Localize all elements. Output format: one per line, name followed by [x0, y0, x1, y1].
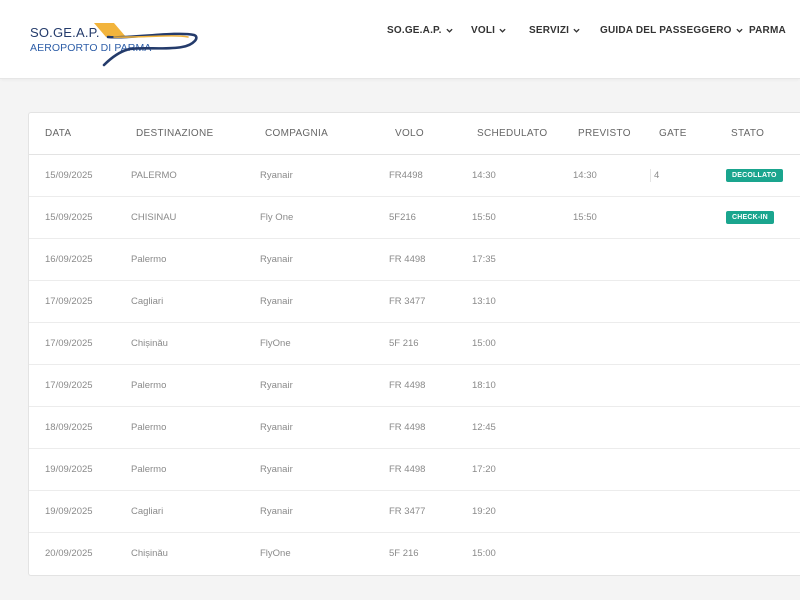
nav-voli-label: VOLI — [471, 25, 496, 36]
cell-data: 15/09/2025 — [45, 212, 93, 223]
cell-destinazione: Cagliari — [131, 506, 164, 517]
table-row[interactable]: 15/09/2025 PALERMO Ryanair FR4498 14:30 … — [29, 155, 800, 197]
cell-schedulato: 17:20 — [472, 464, 496, 475]
cell-data: 17/09/2025 — [45, 296, 93, 307]
column-header-gate: GATE — [659, 128, 687, 139]
cell-destinazione: PALERMO — [131, 170, 177, 181]
cell-destinazione: Chișinău — [131, 338, 168, 349]
cell-compagnia: FlyOne — [260, 338, 291, 349]
cell-compagnia: Ryanair — [260, 170, 293, 181]
cell-schedulato: 13:10 — [472, 296, 496, 307]
column-header-volo: VOLO — [395, 128, 424, 139]
cell-destinazione: Palermo — [131, 254, 167, 265]
nav-sogeap[interactable]: SO.GE.A.P. — [387, 25, 453, 36]
column-header-schedulato: SCHEDULATO — [477, 128, 548, 139]
cell-volo: FR 4498 — [389, 380, 426, 391]
cell-compagnia: Ryanair — [260, 296, 293, 307]
flights-table: DATA DESTINAZIONE COMPAGNIA VOLO SCHEDUL… — [28, 112, 800, 576]
cell-volo: 5F 216 — [389, 548, 419, 559]
nav-guida-del-passeggero[interactable]: GUIDA DEL PASSEGGERO — [600, 25, 743, 36]
cell-schedulato: 15:50 — [472, 212, 496, 223]
cell-destinazione: Chișinău — [131, 548, 168, 559]
cell-volo: FR 4498 — [389, 254, 426, 265]
column-header-compagnia: COMPAGNIA — [265, 128, 329, 139]
cell-schedulato: 19:20 — [472, 506, 496, 517]
column-header-destinazione: DESTINAZIONE — [136, 128, 214, 139]
chevron-down-icon — [736, 28, 743, 33]
cell-compagnia: Ryanair — [260, 506, 293, 517]
airplane-swoosh-icon — [94, 23, 198, 67]
cell-volo: FR 3477 — [389, 506, 426, 517]
table-row[interactable]: 19/09/2025 Cagliari Ryanair FR 3477 19:2… — [29, 491, 800, 533]
cell-previsto: 15:50 — [573, 212, 597, 223]
nav-voli[interactable]: VOLI — [471, 25, 506, 36]
nav-sogeap-label: SO.GE.A.P. — [387, 25, 442, 36]
chevron-down-icon — [573, 28, 580, 33]
table-row[interactable]: 18/09/2025 Palermo Ryanair FR 4498 12:45 — [29, 407, 800, 449]
table-row[interactable]: 17/09/2025 Chișinău FlyOne 5F 216 15:00 — [29, 323, 800, 365]
cell-destinazione: CHISINAU — [131, 212, 177, 223]
cell-schedulato: 18:10 — [472, 380, 496, 391]
cell-compagnia: Ryanair — [260, 254, 293, 265]
nav-servizi-label: SERVIZI — [529, 25, 570, 36]
cell-compagnia: Fly One — [260, 212, 294, 223]
table-header: DATA DESTINAZIONE COMPAGNIA VOLO SCHEDUL… — [29, 113, 800, 155]
cell-previsto: 14:30 — [573, 170, 597, 181]
cell-destinazione: Palermo — [131, 380, 167, 391]
sogeap-logo[interactable]: SO.GE.A.P. AEROPORTO DI PARMA — [28, 17, 200, 69]
status-badge: DECOLLATO — [726, 169, 783, 182]
chevron-down-icon — [499, 28, 506, 33]
cell-data: 16/09/2025 — [45, 254, 93, 265]
cell-schedulato: 17:35 — [472, 254, 496, 265]
cell-data: 17/09/2025 — [45, 338, 93, 349]
table-row[interactable]: 17/09/2025 Palermo Ryanair FR 4498 18:10 — [29, 365, 800, 407]
cell-data: 19/09/2025 — [45, 464, 93, 475]
cell-data: 15/09/2025 — [45, 170, 93, 181]
cell-volo: 5F216 — [389, 212, 416, 223]
site-header: SO.GE.A.P. AEROPORTO DI PARMA SO.GE.A.P.… — [0, 0, 800, 79]
nav-parma-label: PARMA — [749, 25, 786, 36]
cell-compagnia: Ryanair — [260, 380, 293, 391]
cell-volo: 5F 216 — [389, 338, 419, 349]
cell-schedulato: 14:30 — [472, 170, 496, 181]
cell-data: 20/09/2025 — [45, 548, 93, 559]
status-badge: CHECK-IN — [726, 211, 774, 224]
cell-schedulato: 15:00 — [472, 548, 496, 559]
cell-destinazione: Cagliari — [131, 296, 164, 307]
nav-servizi[interactable]: SERVIZI — [529, 25, 580, 36]
cell-compagnia: Ryanair — [260, 422, 293, 433]
cell-gate: 4 — [654, 170, 660, 181]
table-row[interactable]: 17/09/2025 Cagliari Ryanair FR 3477 13:1… — [29, 281, 800, 323]
nav-parma[interactable]: PARMA — [749, 25, 786, 36]
cell-volo: FR 3477 — [389, 296, 426, 307]
table-row[interactable]: 15/09/2025 CHISINAU Fly One 5F216 15:50 … — [29, 197, 800, 239]
cell-compagnia: FlyOne — [260, 548, 291, 559]
gate-divider — [650, 169, 651, 182]
cell-volo: FR4498 — [389, 170, 423, 181]
chevron-down-icon — [446, 28, 453, 33]
cell-volo: FR 4498 — [389, 422, 426, 433]
cell-data: 17/09/2025 — [45, 380, 93, 391]
column-header-previsto: PREVISTO — [578, 128, 631, 139]
table-row[interactable]: 20/09/2025 Chișinău FlyOne 5F 216 15:00 — [29, 533, 800, 575]
cell-volo: FR 4498 — [389, 464, 426, 475]
table-row[interactable]: 16/09/2025 Palermo Ryanair FR 4498 17:35 — [29, 239, 800, 281]
cell-destinazione: Palermo — [131, 464, 167, 475]
table-row[interactable]: 19/09/2025 Palermo Ryanair FR 4498 17:20 — [29, 449, 800, 491]
cell-data: 19/09/2025 — [45, 506, 93, 517]
column-header-data: DATA — [45, 128, 72, 139]
cell-schedulato: 15:00 — [472, 338, 496, 349]
column-header-stato: STATO — [731, 128, 765, 139]
cell-destinazione: Palermo — [131, 422, 167, 433]
cell-data: 18/09/2025 — [45, 422, 93, 433]
cell-schedulato: 12:45 — [472, 422, 496, 433]
cell-compagnia: Ryanair — [260, 464, 293, 475]
nav-guida-label: GUIDA DEL PASSEGGERO — [600, 25, 732, 36]
